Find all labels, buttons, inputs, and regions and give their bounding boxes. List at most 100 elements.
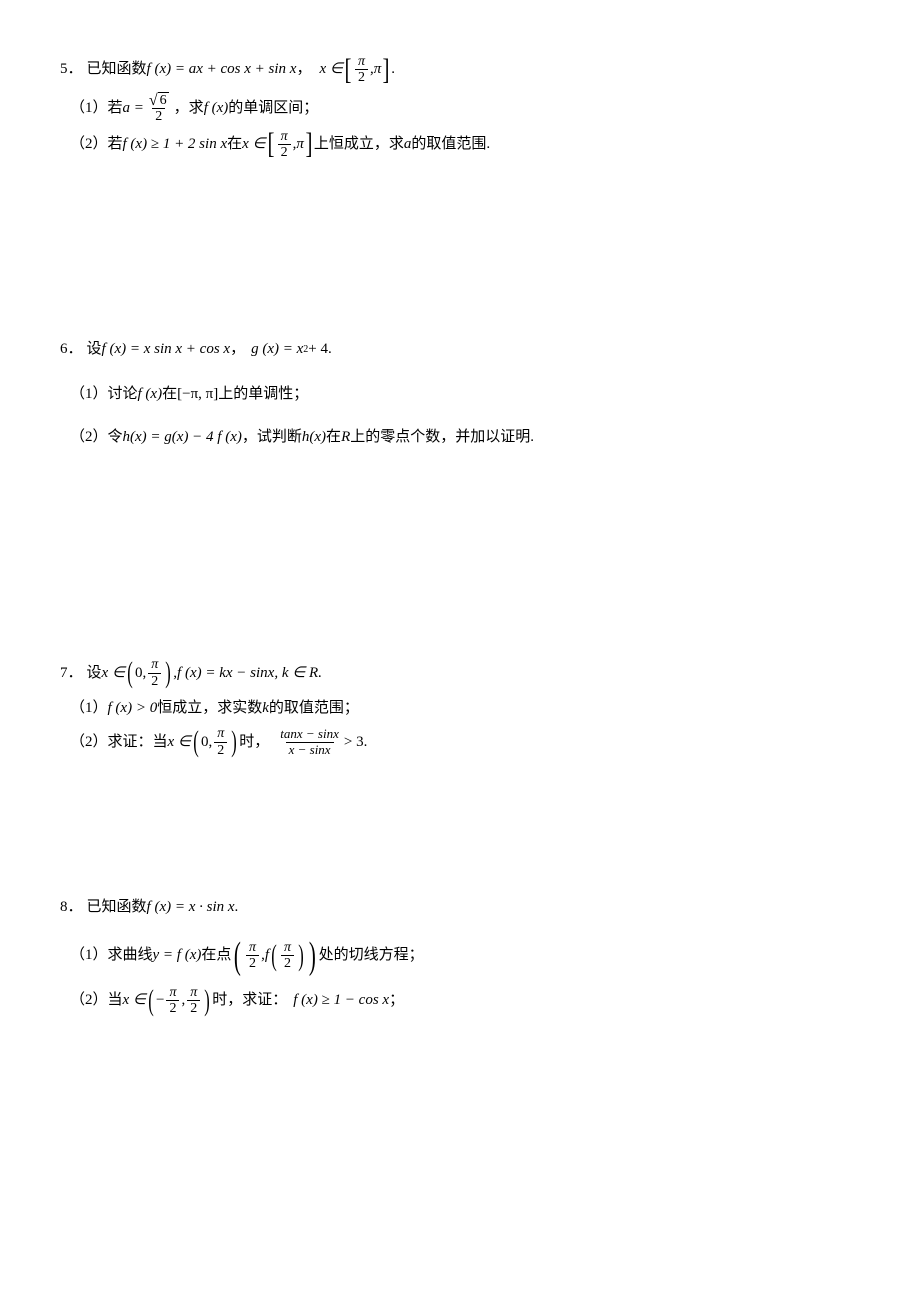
text: ，求 xyxy=(174,95,204,122)
text: ； xyxy=(389,987,404,1014)
math-fx-gt0: f (x) > 0 xyxy=(108,695,158,722)
text: 设 xyxy=(87,660,102,687)
right-paren-icon: ) xyxy=(166,658,172,688)
text: 时，求证： xyxy=(212,987,287,1014)
fraction: √ 6 2 xyxy=(146,92,172,125)
text: 的取值范围； xyxy=(269,695,359,722)
part-number: （2）当 xyxy=(70,987,123,1014)
problem-8-stem: 8． 已知函数 f (x) = x · sin x . xyxy=(60,894,870,921)
numerator: π xyxy=(166,985,179,1000)
denominator: 2 xyxy=(246,955,259,971)
text: 上的零点个数，并加以证明. xyxy=(350,424,534,451)
numerator: tanx − sinx xyxy=(277,727,342,741)
part-number: （2）令 xyxy=(70,424,123,451)
math-gt3: > 3 xyxy=(344,729,364,756)
problem-7-part-1: （1） f (x) > 0 恒成立，求实数 k 的取值范围； xyxy=(70,695,870,722)
math-f: f xyxy=(265,942,269,969)
fraction: π 2 xyxy=(246,940,259,972)
part-number: （1）求曲线 xyxy=(70,942,153,969)
sqrt-icon: √ 6 xyxy=(149,92,169,108)
math-plus: + 4 xyxy=(308,336,328,363)
fraction: π 2 xyxy=(187,985,200,1017)
fraction: π 2 xyxy=(281,940,294,972)
fraction: π 2 xyxy=(166,985,179,1017)
problem-6-part-1: （1）讨论 f (x) 在 [−π, π] 上的单调性； xyxy=(70,381,870,408)
part-number: （2）若 xyxy=(70,131,123,158)
denominator: x − sinx xyxy=(286,742,334,757)
fraction: π 2 xyxy=(278,129,291,161)
math-hx-def: h(x) = g(x) − 4 f (x) xyxy=(123,424,242,451)
numerator: π xyxy=(278,129,291,144)
problem-number: 7． xyxy=(60,660,83,687)
fraction: π 2 xyxy=(214,726,227,758)
left-paren-icon: ( xyxy=(193,727,199,757)
math-hx: h(x) xyxy=(302,424,326,451)
text: 在 xyxy=(162,381,177,408)
part-number: （2）求证：当 xyxy=(70,729,168,756)
numerator: π xyxy=(148,657,161,672)
text: 在 xyxy=(227,131,242,158)
problem-8: 8． 已知函数 f (x) = x · sin x . （1）求曲线 y = f… xyxy=(60,894,870,1017)
denominator: 2 xyxy=(278,144,291,160)
math-a: a xyxy=(404,131,412,158)
denominator: 2 xyxy=(152,108,165,124)
math-expr: f (x) = ax + cos x + sin x xyxy=(147,56,297,83)
zero: 0 xyxy=(135,660,143,687)
problem-8-part-1: （1）求曲线 y = f (x) 在点 ( π 2 , f ( π 2 ) ) … xyxy=(70,937,870,975)
pi: π xyxy=(296,131,304,158)
numerator: π xyxy=(214,726,227,741)
text: 在 xyxy=(326,424,341,451)
document-page: 5． 已知函数 f (x) = ax + cos x + sin x ， x ∈… xyxy=(0,0,920,1073)
text: 上恒成立，求 xyxy=(314,131,404,158)
right-bracket-icon: ] xyxy=(305,129,312,159)
part-number: （1）讨论 xyxy=(70,381,138,408)
text: 设 xyxy=(87,336,102,363)
text: 时， xyxy=(239,729,269,756)
math-R: R xyxy=(341,424,350,451)
denominator: 2 xyxy=(214,742,227,758)
math-x-in: x ∈ xyxy=(319,56,342,83)
text: 已知函数 xyxy=(87,894,147,921)
problem-number: 6． xyxy=(60,336,83,363)
neg-sign: − xyxy=(156,987,164,1014)
problem-6-stem: 6． 设 f (x) = x sin x + cos x ， g (x) = x… xyxy=(60,336,870,363)
right-paren-icon: ) xyxy=(232,727,238,757)
text: 在点 xyxy=(201,942,231,969)
left-bracket-icon: [ xyxy=(344,55,351,85)
pi: π xyxy=(374,56,382,83)
problem-5-part-2: （2）若 f (x) ≥ 1 + 2 sin x 在 x ∈ [ π 2 , π… xyxy=(70,129,870,161)
denominator: 2 xyxy=(148,673,161,689)
text: 已知函数 xyxy=(87,56,147,83)
numerator: π xyxy=(281,940,294,955)
problem-7: 7． 设 x ∈ ( 0 , π 2 ) , f (x) = kx − sinx… xyxy=(60,657,870,758)
text: . xyxy=(391,56,395,83)
math-interval: [−π, π] xyxy=(177,381,218,408)
zero: 0 xyxy=(201,729,209,756)
math-x-in: x ∈ xyxy=(102,660,125,687)
radicand: 6 xyxy=(158,92,169,108)
left-paren-icon: ( xyxy=(127,658,133,688)
math-y-fx: y = f (x) xyxy=(153,942,202,969)
left-paren-icon: ( xyxy=(234,937,241,975)
problem-number: 8． xyxy=(60,894,83,921)
math-gx: g (x) = x xyxy=(251,336,303,363)
text: 恒成立，求实数 xyxy=(157,695,262,722)
numerator: π xyxy=(355,54,368,69)
right-paren-icon: ) xyxy=(309,937,316,975)
inner-right-paren-icon: ) xyxy=(298,941,304,971)
problem-6: 6． 设 f (x) = x sin x + cos x ， g (x) = x… xyxy=(60,336,870,451)
problem-7-stem: 7． 设 x ∈ ( 0 , π 2 ) , f (x) = kx − sinx… xyxy=(60,657,870,689)
problem-5-part-1: （1）若 a = √ 6 2 ，求 f (x) 的单调区间； xyxy=(70,92,870,125)
math-x-in: x ∈ xyxy=(123,987,146,1014)
left-bracket-icon: [ xyxy=(267,129,274,159)
left-paren-icon: ( xyxy=(148,986,154,1016)
math-fx: f (x) xyxy=(204,95,229,122)
right-paren-icon: ) xyxy=(205,986,211,1016)
math-fx-def: f (x) = x · sin x xyxy=(147,894,235,921)
problem-5: 5． 已知函数 f (x) = ax + cos x + sin x ， x ∈… xyxy=(60,54,870,160)
text: ， xyxy=(230,336,245,363)
text: ，试判断 xyxy=(242,424,302,451)
problem-5-stem: 5． 已知函数 f (x) = ax + cos x + sin x ， x ∈… xyxy=(60,54,870,86)
text: 的单调区间； xyxy=(228,95,318,122)
text: . xyxy=(235,894,239,921)
